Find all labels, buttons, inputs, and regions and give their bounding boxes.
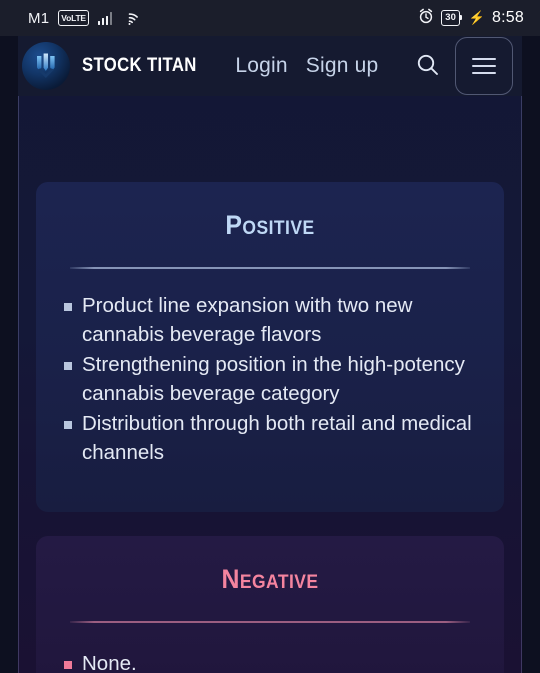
- nav-link-signup[interactable]: Sign up: [306, 54, 379, 78]
- volte-badge: VoLTE: [58, 10, 89, 26]
- negative-card-divider: [70, 621, 470, 623]
- brand-logo-group[interactable]: STOCK TITAN: [22, 42, 212, 90]
- negative-card-title: Negative: [221, 564, 319, 594]
- header-nav: Login Sign up: [235, 54, 378, 78]
- page-content-column: STOCK TITAN Login Sign up Positive Produ…: [18, 36, 522, 673]
- alarm-clock-icon: [418, 8, 434, 29]
- positive-card-divider: [70, 267, 470, 269]
- status-bar: M1 VoLTE 30 ⚡ 8:58: [0, 0, 540, 36]
- negative-bullet-list: None.: [64, 649, 474, 673]
- signal-bars-icon: [97, 12, 113, 25]
- hamburger-menu-button[interactable]: [455, 37, 513, 95]
- positive-card-title: Positive: [225, 210, 315, 240]
- status-bar-left: M1 VoLTE: [28, 9, 139, 27]
- search-icon: [415, 52, 441, 81]
- clock-time: 8:58: [492, 9, 524, 26]
- header-actions: [411, 37, 513, 95]
- content-right-edge: [521, 36, 522, 673]
- list-item: None.: [64, 649, 474, 673]
- nav-link-login[interactable]: Login: [235, 54, 287, 78]
- list-item: Strengthening position in the high-poten…: [64, 350, 474, 408]
- brand-name: STOCK TITAN: [82, 55, 197, 76]
- browser-viewport: STOCK TITAN Login Sign up Positive Produ…: [0, 36, 540, 673]
- negative-card: Negative None.: [36, 536, 504, 673]
- battery-indicator: 30: [441, 10, 462, 26]
- charging-bolt-icon: ⚡: [468, 10, 486, 25]
- stock-titan-logo-icon: [22, 42, 70, 90]
- carrier-label: M1: [28, 9, 50, 27]
- list-item: Distribution through both retail and med…: [64, 409, 474, 467]
- content-left-edge: [18, 36, 19, 673]
- status-bar-right: 30 ⚡ 8:58: [418, 8, 524, 29]
- page-scroll-body[interactable]: Positive Product line expansion with two…: [18, 96, 522, 673]
- search-button[interactable]: [411, 49, 445, 83]
- positive-bullet-list: Product line expansion with two new cann…: [64, 291, 474, 467]
- wifi-icon: [121, 12, 139, 25]
- list-item: Product line expansion with two new cann…: [64, 291, 474, 349]
- site-header: STOCK TITAN Login Sign up: [18, 36, 522, 96]
- positive-card: Positive Product line expansion with two…: [36, 182, 504, 512]
